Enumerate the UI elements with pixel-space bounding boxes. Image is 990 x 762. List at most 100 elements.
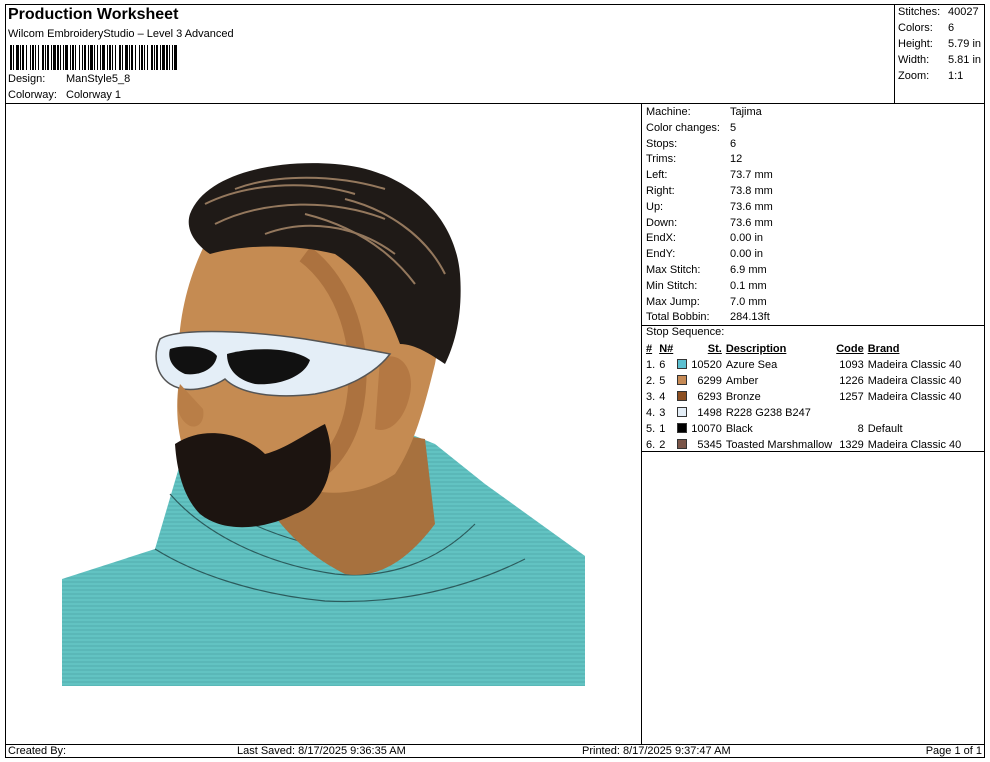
row-needle: 4 [659,391,666,403]
barcode-icon [10,45,177,70]
colors-value: 6 [948,22,955,34]
row-num: 6. [646,439,656,451]
design-stats: Stitches: 40027 Colors: 6 Height: 5.79 in W… [895,4,985,104]
color-swatch [675,357,689,373]
endx-value: 0.00 in [730,232,764,245]
row-stitches: 10070 [691,423,722,435]
max-jump-value: 7.0 mm [730,295,767,308]
software-name: Wilcom EmbroideryStudio – Level 3 Advanc… [8,28,234,40]
col-description: Description [725,343,787,355]
trims-value: 12 [730,153,743,166]
stop-sequence-table: # N# St. Description Code Brand 1. 6 10520… [644,341,963,453]
row-description: Amber [725,375,759,387]
stops-label: Stops: [646,137,678,150]
table-row: 6. 2 5345 Toasted Marshmallow 1329 Madeira Cl… [644,437,963,453]
row-brand [866,405,964,421]
row-code: 1257 [839,391,864,403]
row-description: R228 G238 B247 [725,407,811,419]
row-needle: 3 [659,407,666,419]
row-code: 1093 [839,359,864,371]
machine-value: Tajima [730,106,762,118]
up-value: 73.6 mm [730,200,773,213]
design-preview [5,104,642,744]
min-stitch-value: 0.1 mm [730,279,767,292]
row-code: 1329 [839,439,864,451]
worksheet-header: Production Worksheet Wilcom EmbroiderySt… [5,4,895,104]
row-code: 1226 [839,375,864,387]
color-swatch-icon [677,359,688,369]
trims-label: Trims: [646,153,677,166]
max-stitch-label: Max Stitch: [646,264,701,276]
stitches-label: Stitches: [898,6,941,18]
table-row: 3. 4 6293 Bronze 1257 Madeira Classic 40 [644,389,963,405]
row-brand: Madeira Classic 40 [867,359,962,371]
printed-date: Printed: 8/17/2025 9:37:47 AM [582,745,731,757]
col-swatch [675,341,689,357]
row-brand: Madeira Classic 40 [867,439,962,451]
table-row: 5. 1 10070 Black 8 Default [644,421,963,437]
color-swatch [675,389,689,405]
color-changes-label: Color changes: [646,121,720,134]
min-stitch-label: Min Stitch: [646,279,698,292]
row-stitches: 6299 [697,375,722,387]
design-value: ManStyle5_8 [66,73,131,85]
colorway-row: Colorway: Colorway 1 [8,89,121,101]
machine-label: Machine: [646,106,691,118]
colorway-value: Colorway 1 [66,89,122,101]
width-value: 5.81 in [948,54,982,66]
colors-label: Colors: [898,22,933,34]
color-changes-value: 5 [730,121,737,134]
zoom-label: Zoom: [898,70,930,82]
endx-label: EndX: [646,232,676,245]
row-stitches: 6293 [697,391,722,403]
row-brand: Madeira Classic 40 [867,391,962,403]
row-needle: 2 [659,439,666,451]
row-needle: 5 [659,375,666,387]
row-num: 3. [646,391,656,403]
row-brand: Madeira Classic 40 [867,375,962,387]
col-code: Code [836,343,864,355]
total-bobbin-value: 284.13ft [730,311,770,324]
color-swatch [675,421,689,437]
endy-value: 0.00 in [730,248,764,261]
right-value: 73.8 mm [730,185,773,197]
color-swatch-icon [677,391,688,401]
max-jump-label: Max Jump: [646,295,700,308]
row-stitches: 5345 [697,439,722,451]
height-label: Height: [898,38,933,50]
last-saved: Last Saved: 8/17/2025 9:36:35 AM [237,745,406,757]
table-header-row: # N# St. Description Code Brand [644,341,963,357]
right-label: Right: [646,185,675,197]
page-title: Production Worksheet [8,6,179,23]
embroidery-design-image [62,163,585,686]
color-swatch-icon [677,375,688,385]
col-n: N# [659,343,674,355]
color-swatch [675,373,689,389]
worksheet-footer: Created By: Last Saved: 8/17/2025 9:36:3… [5,744,985,758]
total-bobbin-label: Total Bobbin: [646,311,710,324]
color-swatch-icon [677,439,688,449]
down-value: 73.6 mm [730,216,773,229]
row-num: 4. [646,407,656,419]
width-label: Width: [898,54,930,66]
created-by: Created By: [8,745,67,757]
row-needle: 6 [659,359,666,371]
row-description: Toasted Marshmallow [725,439,833,451]
col-brand: Brand [867,343,900,355]
endy-label: EndY: [646,248,676,261]
height-value: 5.79 in [948,38,982,50]
row-code [834,405,866,421]
row-num: 5. [646,423,656,435]
stop-sequence-title: Stop Sequence: [646,326,725,338]
color-swatch-icon [677,423,688,433]
up-label: Up: [646,200,664,213]
row-description: Black [725,423,753,435]
col-st: St. [707,343,722,355]
row-brand: Default [867,423,903,435]
left-label: Left: [646,169,668,182]
down-label: Down: [646,216,678,229]
row-stitches: 10520 [691,359,722,371]
color-swatch-icon [677,407,688,417]
colorway-label: Colorway: [8,89,57,101]
col-num: # [646,343,653,355]
